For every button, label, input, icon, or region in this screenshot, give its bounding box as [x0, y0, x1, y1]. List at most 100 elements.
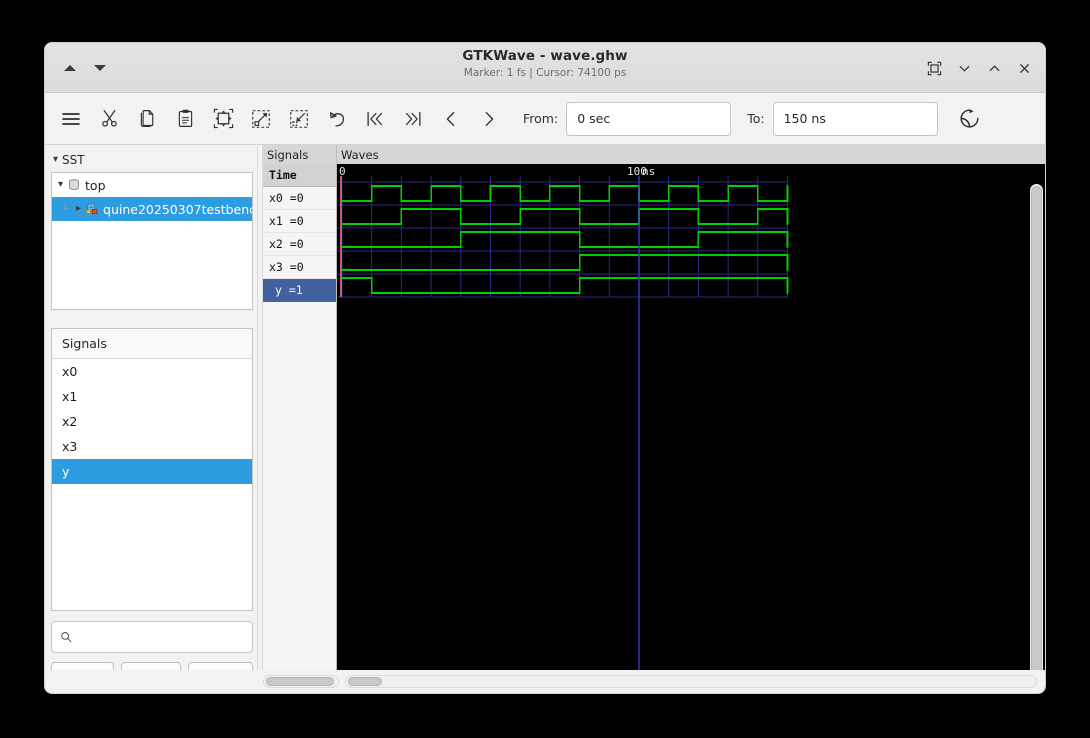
- nav-down-button[interactable]: [85, 53, 115, 83]
- fullscreen-icon: [927, 61, 941, 75]
- scrollbar-thumb[interactable]: [1031, 186, 1042, 682]
- copy-icon: [140, 110, 153, 127]
- to-input[interactable]: 150 ns: [772, 101, 938, 136]
- gtkwave-window: GTKWave - wave.ghw Marker: 1 fs | Cursor…: [45, 43, 1045, 693]
- module-icon: [86, 203, 98, 215]
- chevron-down-icon: ▾: [53, 153, 59, 165]
- sst-header[interactable]: ▾ SST: [51, 151, 253, 168]
- names-row-x1[interactable]: x1 =0: [263, 210, 336, 233]
- signal-name: x2: [62, 414, 78, 429]
- paste-icon: [178, 109, 192, 127]
- title-bar: GTKWave - wave.ghw Marker: 1 fs | Cursor…: [45, 43, 1045, 93]
- chevron-up-icon: [989, 65, 999, 71]
- tree-item-top[interactable]: ▾ top: [52, 173, 252, 197]
- wave-vertical-scrollbar[interactable]: [1030, 184, 1043, 688]
- list-item[interactable]: y: [52, 459, 252, 484]
- signal-filter-box[interactable]: [51, 621, 253, 653]
- copy-button[interactable]: [129, 101, 165, 137]
- wave-canvas[interactable]: 0 100 ns: [337, 164, 1045, 692]
- fullscreen-button[interactable]: [919, 53, 949, 83]
- from-input[interactable]: 0 sec: [566, 101, 732, 136]
- to-label: To:: [747, 111, 765, 126]
- search-input[interactable]: [78, 628, 244, 646]
- window-subtitle: Marker: 1 fs | Cursor: 74100 ps: [463, 67, 627, 79]
- menu-icon: [62, 112, 80, 125]
- wave-names-pane: Signals Time x0 =0 x1 =0 x2 =0 x3 =0 y =…: [263, 145, 337, 692]
- zoom-fit-icon: [213, 108, 233, 129]
- scrollbar-thumb[interactable]: [266, 676, 334, 686]
- waves-horizontal-scrollbar[interactable]: [345, 674, 1037, 688]
- screen: GTKWave - wave.ghw Marker: 1 fs | Cursor…: [0, 0, 1090, 738]
- list-item[interactable]: x1: [52, 384, 252, 409]
- names-row-y[interactable]: y =1: [263, 279, 336, 302]
- signals-list-panel: Signals x0 x1 x2 x3 y: [51, 328, 253, 611]
- title-block: GTKWave - wave.ghw Marker: 1 fs | Cursor…: [45, 48, 1045, 79]
- names-row-time: Time: [263, 164, 336, 187]
- close-icon: [1019, 63, 1029, 73]
- from-label: From:: [523, 111, 559, 126]
- search-icon: [61, 632, 72, 643]
- svg-text:ns: ns: [642, 165, 655, 178]
- signal-name: y: [62, 464, 70, 479]
- waveform-plot[interactable]: 0 100ns: [337, 164, 1043, 670]
- zoom-out-icon: [290, 109, 308, 128]
- window-title: GTKWave - wave.ghw: [462, 48, 628, 64]
- chip-icon: [69, 179, 79, 191]
- paste-button[interactable]: [167, 101, 203, 137]
- cut-icon: [101, 110, 117, 127]
- signal-name: x1: [62, 389, 78, 404]
- chevron-down-icon[interactable]: ▾: [58, 180, 63, 190]
- title-bar-right-controls: [919, 43, 1039, 93]
- go-to-end-button[interactable]: [395, 101, 431, 137]
- zoom-out-button[interactable]: [281, 101, 317, 137]
- waves-pane-tab[interactable]: Waves: [337, 145, 1045, 164]
- main-toolbar: From: 0 sec To: 150 ns: [45, 93, 1045, 145]
- undo-button[interactable]: [319, 101, 355, 137]
- reload-button[interactable]: [952, 101, 988, 137]
- menu-button[interactable]: [53, 101, 89, 137]
- chevron-left-icon: [446, 111, 455, 126]
- tree-item-label: quine20250307testbench: [103, 201, 253, 217]
- next-edge-button[interactable]: [471, 101, 507, 137]
- names-row-x0[interactable]: x0 =0: [263, 187, 336, 210]
- go-to-end-icon: [405, 111, 421, 126]
- undo-icon: [329, 111, 345, 127]
- names-row-x3[interactable]: x3 =0: [263, 256, 336, 279]
- zoom-in-button[interactable]: [243, 101, 279, 137]
- zoom-fit-button[interactable]: [205, 101, 241, 137]
- nav-up-button[interactable]: [55, 53, 85, 83]
- signal-name: x0: [62, 364, 78, 379]
- tree-item-quine-testbench[interactable]: └ ▸ quine20250307testbench: [52, 197, 253, 222]
- cut-button[interactable]: [91, 101, 127, 137]
- signal-name: x3: [62, 439, 78, 454]
- names-pane-tab[interactable]: Signals: [263, 145, 337, 164]
- list-item[interactable]: x0: [52, 359, 252, 384]
- triangle-up-icon: [64, 65, 76, 71]
- list-item[interactable]: x2: [52, 409, 252, 434]
- maximize-button[interactable]: [979, 53, 1009, 83]
- sst-tree[interactable]: ▾ top └ ▸ quine20250307testbench: [51, 172, 253, 310]
- chevron-right-icon[interactable]: ▸: [76, 204, 81, 214]
- names-list[interactable]: Time x0 =0 x1 =0 x2 =0 x3 =0 y =1: [263, 164, 337, 692]
- names-horizontal-scrollbar[interactable]: [263, 674, 339, 688]
- tree-indent-guide: └: [61, 203, 69, 215]
- zoom-in-icon: [252, 109, 270, 128]
- wave-pane: Waves 0 100 ns: [337, 145, 1045, 692]
- previous-edge-button[interactable]: [433, 101, 469, 137]
- list-item[interactable]: x3: [52, 434, 252, 459]
- close-button[interactable]: [1009, 53, 1039, 83]
- scrollbar-thumb[interactable]: [348, 676, 382, 686]
- signals-list-header: Signals: [52, 329, 252, 359]
- svg-text:0: 0: [339, 165, 346, 178]
- main-body: ▾ SST ▾ top └ ▸ quine20250307testbench S…: [45, 145, 1045, 692]
- chevron-right-icon: [485, 111, 494, 126]
- go-to-start-button[interactable]: [357, 101, 393, 137]
- triangle-down-icon: [94, 65, 106, 71]
- names-row-x2[interactable]: x2 =0: [263, 233, 336, 256]
- minimize-button[interactable]: [949, 53, 979, 83]
- sst-sidebar: ▾ SST ▾ top └ ▸ quine20250307testbench S…: [45, 145, 257, 692]
- sst-label: SST: [62, 152, 85, 167]
- signals-list[interactable]: x0 x1 x2 x3 y: [52, 359, 252, 610]
- reload-icon: [960, 109, 979, 128]
- bottom-scrollbars: [45, 670, 1045, 692]
